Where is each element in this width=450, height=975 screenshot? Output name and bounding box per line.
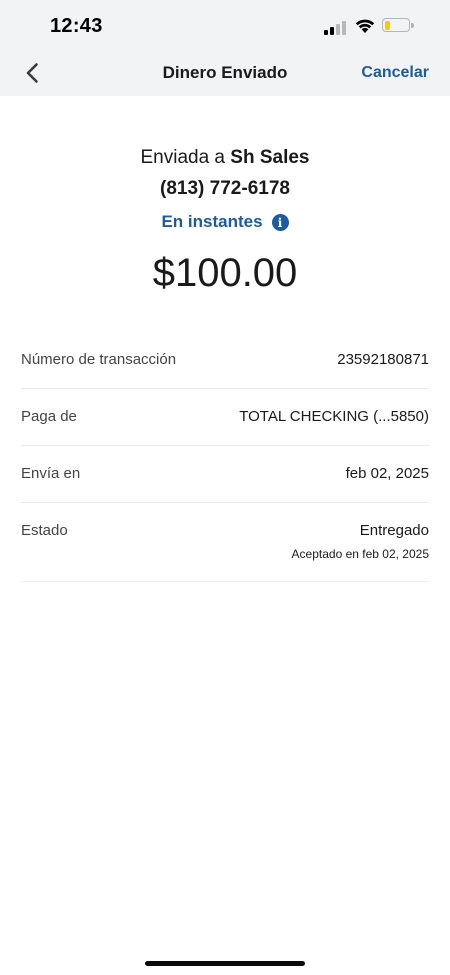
recipient-phone: (813) 772-6178 <box>160 178 290 199</box>
sent-to-line: Enviada a Sh Sales <box>0 147 450 169</box>
amount: $100.00 <box>152 251 298 295</box>
detail-row-transaction-number: Número de transacción 23592180871 <box>21 332 429 389</box>
back-button[interactable] <box>20 60 44 86</box>
battery-level-fill <box>384 20 390 30</box>
detail-label: Paga de <box>21 408 77 425</box>
recipient-name: Sh Sales <box>230 147 310 168</box>
sent-to-prefix: Enviada a <box>140 147 231 168</box>
delivery-speed: En instantes i <box>0 212 450 232</box>
cancel-button[interactable]: Cancelar <box>361 64 429 82</box>
detail-value: 23592180871 <box>337 351 429 368</box>
detail-label: Estado <box>21 522 68 539</box>
detail-row-status: Estado Entregado Aceptado en feb 02, 202… <box>21 503 429 582</box>
status-value: Entregado <box>359 522 429 539</box>
wifi-icon <box>354 16 376 34</box>
battery-icon <box>382 18 416 34</box>
detail-row-pay-from: Paga de TOTAL CHECKING (...5850) <box>21 389 429 446</box>
delivery-speed-label: En instantes <box>161 212 263 231</box>
detail-row-send-on: Envía en feb 02, 2025 <box>21 446 429 503</box>
cellular-signal-icon <box>324 19 348 35</box>
chevron-left-icon <box>26 63 38 83</box>
home-indicator <box>145 961 305 966</box>
detail-value: feb 02, 2025 <box>345 465 429 482</box>
detail-label: Envía en <box>21 465 81 482</box>
status-accepted-date: Aceptado en feb 02, 2025 <box>291 547 429 561</box>
transaction-details: Número de transacción 23592180871 Paga d… <box>21 332 429 582</box>
detail-value: TOTAL CHECKING (...5850) <box>239 408 429 425</box>
info-icon[interactable]: i <box>271 214 289 231</box>
status-bar: 12:43 <box>0 0 450 50</box>
status-time: 12:43 <box>50 15 103 37</box>
detail-label: Número de transacción <box>21 351 177 368</box>
